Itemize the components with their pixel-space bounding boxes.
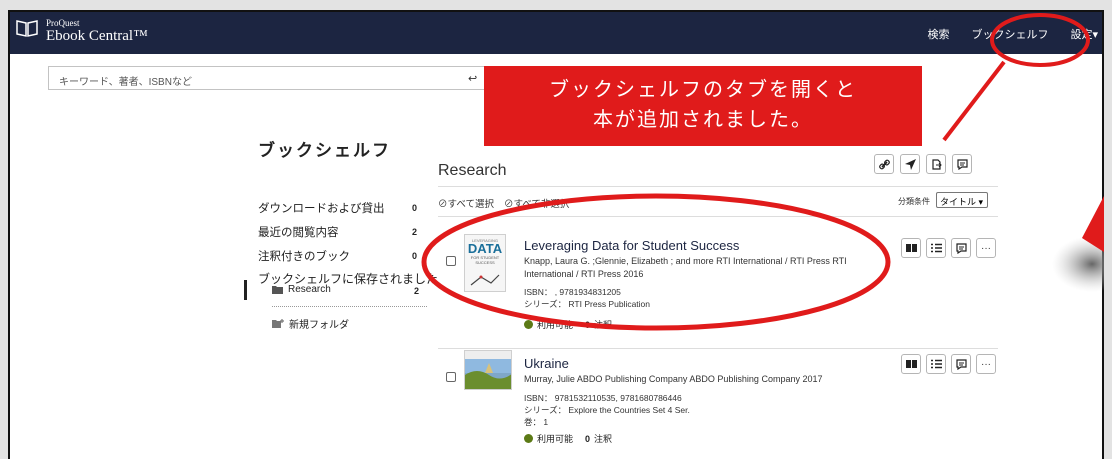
select-all-button[interactable]: ⊘すべて選択 [438,196,494,210]
folder-count: 2 [414,286,420,296]
comment-icon [956,158,968,170]
annotation-callout: ブックシェルフのタブを開くと 本が追加されました。 [484,66,922,146]
table-of-contents-button[interactable] [926,354,946,374]
folder-header-divider [438,186,998,187]
book-title-link[interactable]: Ukraine [524,356,569,371]
folder-heading: Research [438,162,507,179]
red-arrow-decoration [1052,196,1104,292]
nav-bookshelf-link[interactable]: ブックシェルフ [971,26,1048,42]
table-of-contents-button[interactable] [926,238,946,258]
comment-button[interactable] [952,154,972,174]
sidebar-divider [272,306,427,307]
book-comment-button[interactable] [951,354,971,374]
sidebar-item-downloads[interactable]: ダウンロードおよび貸出 [258,200,385,216]
link-icon [878,159,890,169]
available-label: 利用可能 [537,434,574,444]
nav-search-link[interactable]: 検索 [927,26,949,42]
book-isbn: ISBN： 9781532110535, 9781680786446 [524,393,682,403]
book-divider [438,348,998,349]
notes-count: 0 [585,319,591,330]
book-availability: 利用可能 0 注釈 [524,432,612,445]
book-checkbox[interactable] [446,372,456,382]
brand-small-text: ProQuest [46,18,80,28]
more-options-button[interactable]: ··· [976,238,996,258]
book-series: シリーズ： RTI Press Publication [524,299,651,309]
read-online-button[interactable] [901,238,921,258]
sidebar-count-annotated: 0 [412,251,418,261]
book-series: シリーズ： Explore the Countries Set 4 Ser. [524,405,690,415]
book-availability: 利用可能 0 注釈 [524,318,612,331]
sidebar-count-recent: 2 [412,227,418,237]
send-button[interactable] [900,154,920,174]
new-folder-button[interactable]: 新規フォルダ [272,316,349,331]
search-submit-icon[interactable]: ↩ [468,72,477,85]
book-cover-leveraging-data[interactable]: LEVERAGING DATA FOR STUDENT SUCCESS [464,234,506,292]
available-label: 利用可能 [537,320,574,330]
book-authors-line2: International / RTI Press 2016 [524,269,644,279]
folder-icon [272,286,283,294]
top-nav-links: 検索 ブックシェルフ 設定▾ [927,26,1102,42]
ebook-central-logo[interactable]: ProQuest Ebook Central™ [16,18,148,45]
top-navigation-bar: ProQuest Ebook Central™ 検索 ブックシェルフ 設定▾ [10,12,1102,54]
brand-large-text: Ebook Central™ [46,28,148,44]
folder-toolbar [868,154,972,174]
cover-sub-text: FOR STUDENT SUCCESS [470,255,500,265]
sort-value: タイトル [940,197,977,207]
new-folder-icon [272,319,284,328]
book-actions: ··· [896,238,996,258]
sidebar-count-downloads: 0 [412,203,418,213]
available-status-icon [524,320,533,329]
deselect-all-button[interactable]: ⊘すべて非選択 [504,196,569,210]
cover-illustration [470,274,500,286]
more-options-button[interactable]: ··· [976,354,996,374]
search-input[interactable]: キーワード、著者、ISBNなど [48,66,488,90]
book-authors-line1: Knapp, Laura G. ;Glennie, Elizabeth ; an… [524,256,847,266]
active-folder-indicator [244,280,247,300]
export-button[interactable] [926,154,946,174]
book-comment-button[interactable] [951,238,971,258]
book-cover-ukraine[interactable] [464,350,512,390]
book-checkbox[interactable] [446,256,456,266]
sidebar-item-recent[interactable]: 最近の閲覧内容 [258,224,339,240]
export-icon [931,158,942,170]
folder-label: Research [288,284,331,295]
open-book-icon [905,244,917,252]
open-book-icon [16,20,38,37]
callout-line-2: 本が追加されました。 [593,109,813,131]
page-title: ブックシェルフ [258,141,391,160]
list-icon [930,243,942,253]
sort-label: 分類条件 [898,197,930,206]
available-status-icon [524,434,533,443]
book-authors-line1: Murray, Julie ABDO Publishing Company AB… [524,374,823,384]
comment-icon [955,358,967,370]
send-icon [904,158,916,170]
book-volume: 巻： 1 [524,417,549,427]
sidebar-folder-research[interactable]: Research [272,284,331,295]
selection-controls: ⊘すべて選択 ⊘すべて非選択 [438,196,579,210]
share-link-button[interactable] [874,154,894,174]
book-actions: ··· [896,354,996,374]
list-icon [930,359,942,369]
comment-icon [955,242,967,254]
read-online-button[interactable] [901,354,921,374]
nav-settings-menu[interactable]: 設定▾ [1070,26,1098,42]
cover-landscape-image [465,351,511,389]
open-book-icon [905,360,917,368]
list-header-divider [438,216,998,217]
cover-title-text: DATA [467,241,503,256]
callout-line-1: ブックシェルフのタブを開くと [549,79,857,101]
notes-count: 0 [585,433,591,444]
new-folder-label: 新規フォルダ [289,320,349,331]
notes-label[interactable]: 注釈 [594,432,612,445]
sort-select[interactable]: タイトル ▾ [936,192,988,208]
notes-label[interactable]: 注釈 [594,318,612,331]
sidebar-item-annotated[interactable]: 注釈付きのブック [258,248,350,264]
book-isbn: ISBN： , 9781934831205 [524,287,621,297]
book-title-link[interactable]: Leveraging Data for Student Success [524,238,739,253]
